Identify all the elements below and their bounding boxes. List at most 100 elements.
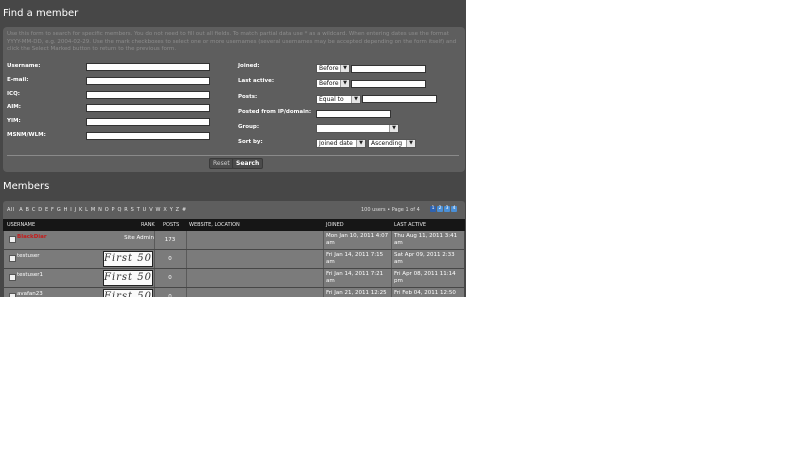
last-active-date-input[interactable] (351, 80, 426, 88)
page-1-link[interactable]: 1 (430, 206, 436, 212)
letter-all-link[interactable]: All (7, 207, 15, 213)
letter-filter-link[interactable]: F (51, 207, 54, 213)
posts-select[interactable]: Equal to ▼ (316, 95, 361, 104)
posts-count[interactable]: 0 (154, 294, 186, 297)
table-row: BlackDiar Site Admin 173 Mon Jan 10, 201… (4, 231, 464, 249)
search-button[interactable]: Search (232, 158, 264, 169)
letter-filter-link[interactable]: K (79, 207, 83, 213)
icq-input[interactable] (86, 91, 210, 99)
find-member-title: Find a member (3, 8, 79, 19)
col-username[interactable]: USERNAME (7, 222, 35, 228)
username-input[interactable] (86, 63, 210, 71)
letter-filter-link[interactable]: T (137, 207, 141, 213)
pagination-info: 100 users • Page 1 of 4 (361, 207, 420, 213)
letter-filter-link[interactable]: C (32, 207, 36, 213)
last-active-date: Sat Apr 09, 2011 2:33 am (394, 252, 455, 265)
letter-filter-link[interactable]: J (75, 207, 77, 213)
page-2-link[interactable]: 2 (437, 206, 443, 212)
letter-filter-link[interactable]: X (163, 207, 167, 213)
letter-filter-link[interactable]: N (98, 207, 102, 213)
ip-input[interactable] (316, 110, 391, 118)
col-rank[interactable]: RANK (141, 222, 155, 228)
reset-button[interactable]: Reset (209, 158, 234, 169)
last-active-date: Fri Feb 04, 2011 12:50 (394, 290, 456, 296)
last-active-label: Last active: (238, 78, 275, 84)
row-checkbox[interactable] (9, 274, 16, 281)
joined-date-input[interactable] (351, 65, 426, 73)
col-joined[interactable]: JOINED (326, 222, 344, 228)
posts-select-value: Equal to (319, 96, 344, 103)
letter-filter-link[interactable]: G (57, 207, 61, 213)
page-3-link[interactable]: 3 (444, 206, 450, 212)
table-row: avafan23 First 50 0 Fri Jan 21, 2011 12:… (4, 288, 464, 297)
aim-input[interactable] (86, 104, 210, 112)
letter-filter-link[interactable]: I (70, 207, 72, 213)
posts-count-input[interactable] (362, 95, 437, 103)
letter-filter-link[interactable]: W (156, 207, 161, 213)
letter-filter-link[interactable]: Z (176, 207, 180, 213)
username-label: Username: (7, 63, 41, 69)
posts-count[interactable]: 173 (154, 237, 186, 243)
yim-input[interactable] (86, 118, 210, 126)
chevron-down-icon: ▼ (356, 140, 365, 147)
icq-label: ICQ: (7, 91, 20, 97)
posts-label: Posts: (238, 94, 258, 100)
members-title: Members (3, 181, 50, 192)
letter-filter-link[interactable]: E (45, 207, 49, 213)
letter-filter-link[interactable]: R (124, 207, 128, 213)
letter-filter-link[interactable]: B (26, 207, 30, 213)
group-label: Group: (238, 124, 260, 130)
row-checkbox[interactable] (9, 293, 16, 297)
letter-filter-link[interactable]: O (105, 207, 109, 213)
username-link[interactable]: BlackDiar (17, 234, 47, 240)
letter-filter-link[interactable]: V (149, 207, 153, 213)
joined-date: Fri Jan 14, 2011 7:15 am (326, 252, 384, 265)
msnm-input[interactable] (86, 132, 210, 140)
username-link[interactable]: testuser (17, 253, 40, 259)
rank-badge-image: First 50 (103, 289, 153, 297)
chevron-down-icon: ▼ (340, 80, 349, 87)
chevron-down-icon: ▼ (389, 125, 398, 132)
form-divider (7, 155, 459, 156)
row-checkbox[interactable] (9, 255, 16, 262)
joined-label: Joined: (238, 63, 260, 69)
sort-by-label: Sort by: (238, 139, 263, 145)
letter-filter-link[interactable]: D (38, 207, 42, 213)
joined-select[interactable]: Before ▼ (316, 64, 350, 73)
posts-count[interactable]: 0 (154, 275, 186, 281)
username-link[interactable]: testuser1 (17, 272, 43, 278)
letter-filter-link[interactable]: P (112, 207, 116, 213)
letter-filter-link[interactable]: Q (117, 207, 121, 213)
col-last-active[interactable]: LAST ACTIVE (394, 222, 426, 228)
joined-date: Fri Jan 21, 2011 12:25 (326, 290, 387, 296)
chevron-down-icon: ▼ (340, 65, 349, 72)
letter-filter-link[interactable]: L (85, 207, 88, 213)
msnm-label: MSNM/WLM: (7, 132, 46, 138)
letter-filter-link[interactable]: S (131, 207, 135, 213)
letter-filter-link[interactable]: M (91, 207, 96, 213)
letter-filter: All A B C D E F G H I J K L M N O P Q R S T U V W X Y Z # (7, 207, 187, 213)
page-4-link[interactable]: 4 (451, 206, 457, 212)
col-posts[interactable]: POSTS (163, 222, 179, 228)
email-label: E-mail: (7, 77, 29, 83)
rank-badge-image: First 50 (103, 270, 153, 286)
letter-filter-link[interactable]: # (182, 207, 187, 213)
table-row: testuser First 50 0 Fri Jan 14, 2011 7:1… (4, 250, 464, 268)
group-select[interactable]: ▼ (316, 124, 399, 133)
joined-select-value: Before (319, 65, 339, 72)
row-checkbox[interactable] (9, 236, 16, 243)
sort-order-select[interactable]: Ascending ▼ (368, 139, 416, 148)
email-input[interactable] (86, 77, 210, 85)
last-active-select[interactable]: Before ▼ (316, 79, 350, 88)
posts-count[interactable]: 0 (154, 256, 186, 262)
letter-filter-link[interactable]: U (143, 207, 147, 213)
username-link[interactable]: avafan23 (17, 291, 43, 297)
letter-filter-link[interactable]: Y (170, 207, 174, 213)
letter-filter-link[interactable]: H (64, 207, 68, 213)
aim-label: AIM: (7, 104, 21, 110)
last-active-date: Thu Aug 11, 2011 3:41 am (394, 233, 458, 246)
col-website[interactable]: WEBSITE, LOCATION (189, 222, 240, 228)
sort-field-select[interactable]: Joined date ▼ (316, 139, 366, 148)
sort-order-value: Ascending (371, 140, 403, 147)
letter-filter-link[interactable]: A (19, 207, 23, 213)
